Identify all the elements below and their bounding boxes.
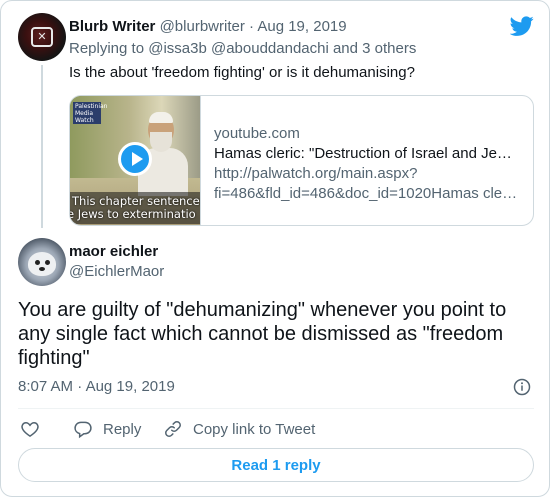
link-card-title: Hamas cleric: "Destruction of Israel and… (214, 145, 512, 162)
link-icon (165, 421, 181, 437)
youtube-link-card[interactable]: Palestinian Media Watch This chapter sen… (69, 95, 534, 226)
info-icon[interactable] (513, 378, 531, 396)
parent-tweet-text: Is the about 'freedom fighting' or is it… (69, 64, 415, 81)
main-author-handle[interactable]: @EichlerMaor (69, 262, 164, 282)
timestamp-separator: · (77, 378, 83, 395)
thread-connector-line (41, 65, 43, 228)
main-tweet-date: Aug 19, 2019 (85, 378, 175, 395)
copy-link-button[interactable]: Copy link to Tweet (163, 418, 315, 440)
reply-button[interactable]: Reply (73, 418, 141, 440)
link-card-description-line-2: fi=486&fld_id=486&doc_id=1020Hamas cle… (214, 185, 518, 202)
header-separator: · (249, 18, 254, 35)
play-icon[interactable] (118, 142, 152, 176)
avatar-dog-nose (39, 267, 45, 271)
parent-tweet-header: Blurb Writer @blurbwriter · Aug 19, 2019 (69, 17, 347, 37)
figure-cap (149, 112, 173, 123)
link-card-description: http://palwatch.org/main.aspx? fi=486&fl… (214, 164, 519, 204)
main-tweet-text: You are guilty of "dehumanizing" wheneve… (18, 298, 528, 370)
video-thumbnail[interactable]: Palestinian Media Watch This chapter sen… (70, 96, 201, 225)
replying-to-mentions[interactable]: @issa3b @abouddandachi and 3 others (148, 40, 416, 57)
avatar-dog-face (28, 252, 56, 276)
actions-divider (18, 408, 534, 409)
main-tweet-text-line-1: You are guilty of "dehumanizing" wheneve… (18, 299, 507, 321)
thumbnail-channel-tag: Palestinian Media Watch (73, 102, 108, 124)
read-replies-button[interactable]: Read 1 reply (18, 448, 534, 482)
link-card-description-line-1: http://palwatch.org/main.aspx? (214, 165, 418, 182)
blurb-writer-avatar[interactable]: ✕ (18, 13, 66, 61)
reply-icon (74, 421, 92, 439)
like-button[interactable] (20, 418, 50, 440)
twitter-bird-icon[interactable] (510, 14, 534, 38)
avatar-dog-eye-right (45, 260, 50, 265)
avatar-dog-eye-left (35, 260, 40, 265)
parent-author-name[interactable]: Blurb Writer (69, 18, 155, 35)
maor-eichler-avatar[interactable] (18, 238, 66, 286)
main-tweet-text-line-2: any single fact which cannot be dismisse… (18, 323, 504, 345)
main-tweet-timestamp[interactable]: 8:07 AM · Aug 19, 2019 (18, 377, 175, 397)
tweet-embed-card: ✕ Blurb Writer @blurbwriter · Aug 19, 20… (0, 0, 550, 497)
thumbnail-caption-line-1: This chapter sentences (72, 194, 201, 208)
reply-label: Reply (103, 420, 142, 438)
parent-author-handle[interactable]: @blurbwriter (160, 18, 245, 35)
copy-link-label: Copy link to Tweet (193, 420, 316, 438)
main-tweet-text-line-3: fighting" (18, 347, 90, 369)
parent-tweet-date[interactable]: Aug 19, 2019 (257, 18, 346, 35)
replying-to-label: Replying to (69, 40, 145, 57)
main-author-name[interactable]: maor eichler (69, 242, 158, 262)
link-card-domain: youtube.com (214, 125, 300, 142)
thumbnail-caption-line-2: e Jews to exterminatio (70, 207, 196, 221)
heart-icon (21, 421, 39, 437)
avatar-logo-icon: ✕ (31, 27, 53, 47)
replying-to-line: Replying to @issa3b @abouddandachi and 3… (69, 39, 416, 59)
main-tweet-time: 8:07 AM (18, 378, 74, 395)
